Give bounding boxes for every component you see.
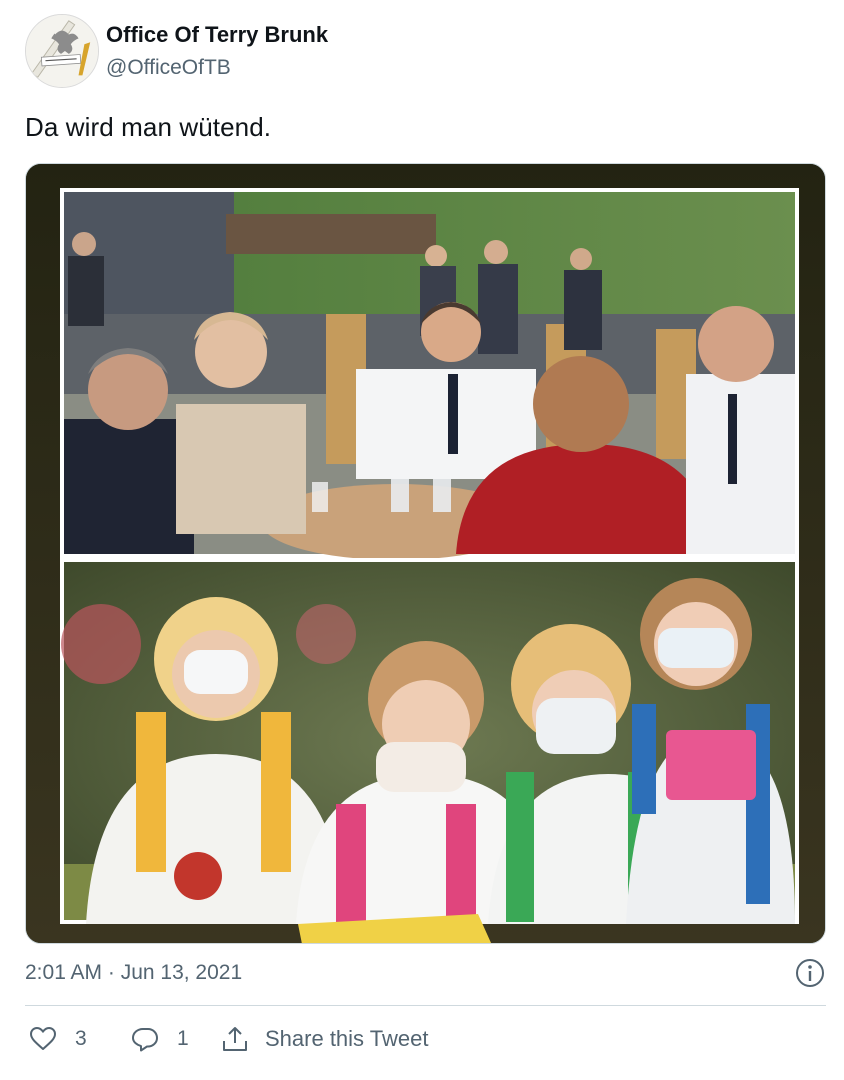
eagle-seal-icon <box>26 15 98 87</box>
tweet-meta: 2:01 AM · Jun 13, 2021 <box>25 957 826 993</box>
reply-bubble-icon <box>132 1028 158 1052</box>
tweet-text: Da wird man wütend. <box>25 112 272 142</box>
tweet-media[interactable] <box>25 163 826 944</box>
author-handle[interactable]: @OfficeOfTB <box>106 56 231 80</box>
media-collage <box>26 164 825 943</box>
photo-top <box>60 188 799 560</box>
divider <box>25 1005 826 1006</box>
share-button[interactable]: Share this Tweet <box>221 1018 428 1060</box>
like-button[interactable]: 3 <box>29 1018 87 1060</box>
tweet-timestamp[interactable]: 2:01 AM · Jun 13, 2021 <box>25 961 242 985</box>
photo-bottom <box>60 558 799 943</box>
reply-button[interactable]: 1 <box>131 1018 189 1060</box>
author-display-name[interactable]: Office Of Terry Brunk <box>106 22 328 48</box>
avatar[interactable] <box>25 14 99 88</box>
reply-count: 1 <box>177 1027 189 1050</box>
info-icon[interactable] <box>794 957 826 989</box>
tweet-actions: 3 1 Share this Tweet <box>25 1018 826 1060</box>
share-icon <box>223 1027 247 1051</box>
tweet-card: Office Of Terry Brunk @OfficeOfTB Da wir… <box>0 0 844 1080</box>
share-label: Share this Tweet <box>265 1026 429 1051</box>
like-count: 3 <box>75 1027 87 1050</box>
card-bottom-edge <box>0 1066 844 1080</box>
heart-icon <box>30 1027 56 1050</box>
